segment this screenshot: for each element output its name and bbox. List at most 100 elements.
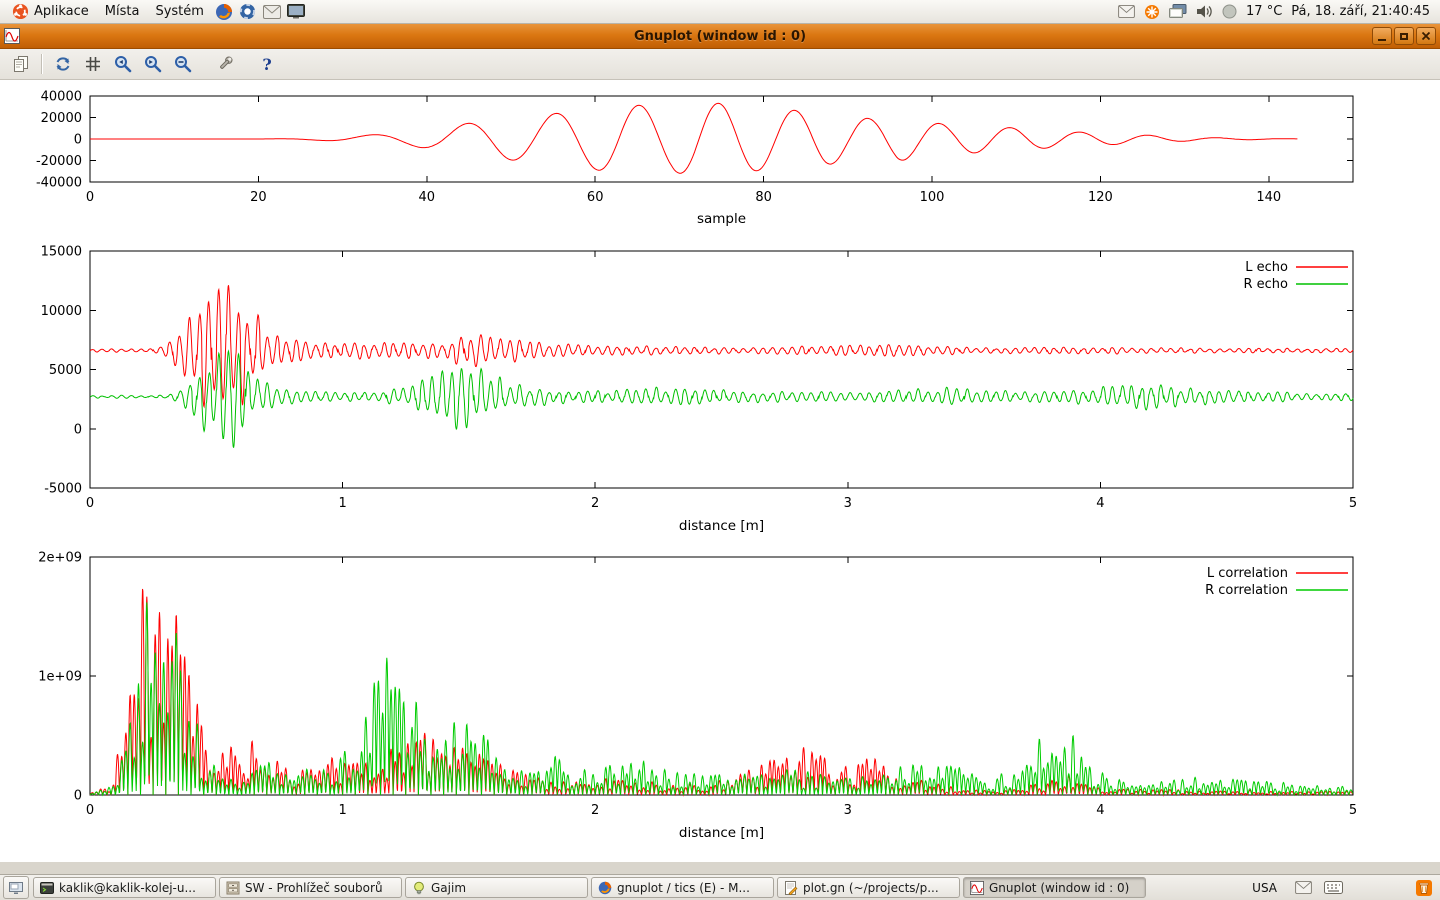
- menu-applications[interactable]: Aplikace: [4, 0, 97, 23]
- help-launcher[interactable]: [236, 0, 260, 23]
- weather-icon[interactable]: [1222, 4, 1237, 19]
- trash-applet[interactable]: [1415, 879, 1433, 897]
- svg-text:80: 80: [755, 190, 772, 205]
- taskbar-item-terminal[interactable]: kaklik@kaklik-kolej-u...: [33, 877, 216, 898]
- replot-button[interactable]: [50, 51, 76, 77]
- taskbar-item-label: Gnuplot (window id : 0): [989, 881, 1129, 895]
- zoom-next-icon: [143, 54, 163, 74]
- maximize-button[interactable]: [1394, 27, 1414, 45]
- svg-text:1e+09: 1e+09: [38, 670, 82, 685]
- help-button[interactable]: ?: [254, 51, 280, 77]
- taskbar-item-label: SW - Prohlížeč souborů: [245, 881, 383, 895]
- mail-applet-icon[interactable]: [1295, 881, 1312, 894]
- menu-system[interactable]: Systém: [147, 0, 211, 23]
- svg-text:4: 4: [1096, 496, 1104, 511]
- svg-text:distance [m]: distance [m]: [679, 825, 764, 841]
- clock[interactable]: Pá, 18. září, 21:40:45: [1291, 4, 1430, 19]
- svg-text:L correlation: L correlation: [1207, 566, 1288, 581]
- toolbar-separator: [41, 54, 43, 74]
- remote-desktop-icon[interactable]: [1169, 4, 1187, 19]
- minimize-button[interactable]: [1372, 27, 1392, 45]
- svg-text:R echo: R echo: [1243, 277, 1288, 292]
- grid-icon: [83, 54, 103, 74]
- taskbar-item-label: gnuplot / tics (E) - M...: [617, 881, 750, 895]
- svg-text:3: 3: [844, 803, 852, 818]
- svg-text:20000: 20000: [41, 111, 82, 126]
- refresh-icon: [53, 54, 73, 74]
- svg-text:2e+09: 2e+09: [38, 551, 82, 566]
- monitor-icon: [287, 4, 305, 19]
- volume-icon[interactable]: [1196, 4, 1213, 19]
- svg-text:100: 100: [920, 190, 945, 205]
- show-desktop-button[interactable]: [3, 876, 29, 899]
- copy-to-clipboard-button[interactable]: [8, 51, 34, 77]
- show-desktop-icon: [9, 882, 23, 894]
- taskbar-item-gnuplot[interactable]: Gnuplot (window id : 0): [963, 877, 1146, 898]
- window-icon: [4, 28, 20, 44]
- help-icon: ?: [262, 55, 271, 74]
- svg-text:4: 4: [1096, 803, 1104, 818]
- svg-text:20: 20: [250, 190, 267, 205]
- autoscale-button[interactable]: [170, 51, 196, 77]
- taskbar-item-text-editor[interactable]: plot.gn (~/projects/p...: [777, 877, 960, 898]
- svg-text:R correlation: R correlation: [1205, 583, 1288, 598]
- taskbar-item-file-manager[interactable]: SW - Prohlížeč souborů: [219, 877, 402, 898]
- titlebar[interactable]: Gnuplot (window id : 0): [0, 24, 1440, 49]
- lifering-icon: [239, 3, 256, 20]
- taskbar-right: USA: [1246, 879, 1437, 897]
- svg-text:-5000: -5000: [44, 482, 82, 497]
- keyboard-layout-indicator[interactable]: USA: [1246, 879, 1283, 897]
- svg-text:L echo: L echo: [1245, 260, 1288, 275]
- terminal-icon: [40, 881, 54, 895]
- svg-text:2: 2: [591, 496, 599, 511]
- file-manager-icon: [226, 881, 240, 895]
- taskbar: kaklik@kaklik-kolej-u... SW - Prohlížeč s…: [0, 874, 1440, 900]
- svg-text:15000: 15000: [41, 245, 82, 260]
- svg-text:60: 60: [587, 190, 604, 205]
- svg-text:40: 40: [419, 190, 436, 205]
- mail-launcher[interactable]: [260, 0, 284, 23]
- svg-text:1: 1: [338, 803, 346, 818]
- ubuntu-logo-icon: [12, 3, 29, 20]
- gnuplot-plots: 020406080100120140-40000-200000200004000…: [0, 80, 1440, 862]
- gnome-panel: Aplikace Místa Systém 17 °C Pá, 18.: [0, 0, 1440, 24]
- mail-notifier-icon[interactable]: [1118, 5, 1135, 18]
- svg-text:0: 0: [74, 789, 82, 804]
- svg-text:1: 1: [338, 496, 346, 511]
- svg-text:-40000: -40000: [36, 176, 82, 191]
- wrench-icon: [215, 54, 235, 74]
- copy-icon: [11, 54, 31, 74]
- temperature-label: 17 °C: [1246, 4, 1282, 19]
- zoom-next-button[interactable]: [140, 51, 166, 77]
- maximize-icon: [1400, 33, 1408, 40]
- svg-text:0: 0: [86, 803, 94, 818]
- svg-text:0: 0: [74, 422, 82, 437]
- taskbar-item-label: kaklik@kaklik-kolej-u...: [59, 881, 196, 895]
- update-notifier-icon[interactable]: [1144, 4, 1160, 20]
- firefox-icon: [598, 881, 612, 895]
- plot-canvas[interactable]: 020406080100120140-40000-200000200004000…: [0, 80, 1440, 862]
- keyboard-applet-icon[interactable]: [1324, 881, 1343, 894]
- window-title: Gnuplot (window id : 0): [0, 29, 1440, 44]
- svg-text:5: 5: [1349, 496, 1357, 511]
- zoom-previous-button[interactable]: [110, 51, 136, 77]
- configure-button[interactable]: [212, 51, 238, 77]
- close-button[interactable]: [1416, 27, 1436, 45]
- terminal-launcher[interactable]: [284, 0, 308, 23]
- taskbar-item-label: plot.gn (~/projects/p...: [803, 881, 939, 895]
- gajim-icon: [412, 881, 426, 895]
- close-icon: [1421, 31, 1431, 41]
- svg-text:5000: 5000: [49, 363, 82, 378]
- menu-places[interactable]: Místa: [97, 0, 148, 23]
- svg-text:sample: sample: [697, 211, 746, 227]
- minimize-icon: [1378, 39, 1386, 41]
- svg-text:5: 5: [1349, 803, 1357, 818]
- taskbar-item-gajim[interactable]: Gajim: [405, 877, 588, 898]
- svg-text:distance [m]: distance [m]: [679, 518, 764, 534]
- gnuplot-toolbar: ?: [0, 49, 1440, 80]
- firefox-launcher[interactable]: [212, 0, 236, 23]
- taskbar-item-firefox[interactable]: gnuplot / tics (E) - M...: [591, 877, 774, 898]
- toggle-grid-button[interactable]: [80, 51, 106, 77]
- gnuplot-window: Gnuplot (window id : 0): [0, 24, 1440, 862]
- zoom-reset-icon: [173, 54, 193, 74]
